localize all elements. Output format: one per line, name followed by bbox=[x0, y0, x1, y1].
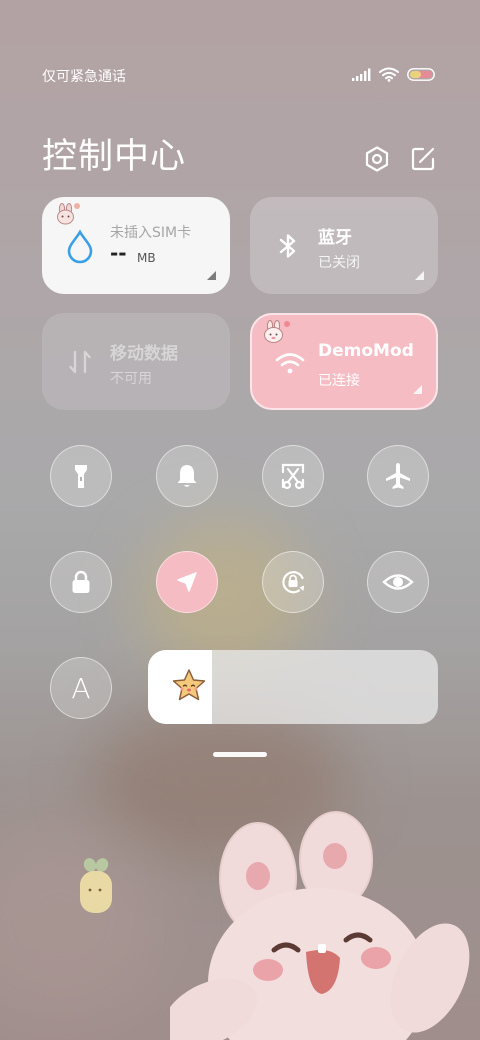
sim-status-text: 未插入SIM卡 bbox=[110, 225, 192, 241]
mobile-data-label: 移动数据 bbox=[110, 344, 178, 364]
bluetooth-status: 已关闭 bbox=[318, 255, 360, 271]
scissors-screenshot-icon bbox=[281, 463, 305, 490]
data-usage-tile[interactable]: 未插入SIM卡 -- MB bbox=[42, 197, 230, 294]
eye-comfort-toggle[interactable] bbox=[367, 551, 429, 613]
home-indicator[interactable] bbox=[213, 752, 267, 757]
status-bar: 仅可紧急通话 bbox=[42, 62, 435, 88]
carrier-text: 仅可紧急通话 bbox=[42, 69, 126, 85]
water-drop-icon bbox=[67, 229, 93, 264]
wifi-icon bbox=[379, 67, 399, 82]
lock-toggle[interactable] bbox=[50, 551, 112, 613]
page-title: 控制中心 bbox=[42, 137, 187, 177]
carrot-illustration bbox=[80, 858, 112, 913]
mobile-data-status: 不可用 bbox=[110, 371, 152, 387]
bunny-sticker-icon bbox=[57, 203, 80, 225]
bell-icon bbox=[177, 465, 197, 487]
rotation-lock-icon bbox=[282, 571, 304, 594]
background-glow bbox=[0, 820, 160, 1020]
edit-icon[interactable] bbox=[408, 144, 438, 174]
letter-a-icon: A bbox=[71, 671, 91, 705]
star-face-icon bbox=[172, 669, 206, 701]
auto-brightness-toggle[interactable]: A bbox=[50, 657, 112, 719]
wifi-tile[interactable]: DemoMod 已连接 bbox=[250, 313, 438, 410]
data-arrows-icon bbox=[69, 350, 91, 374]
battery-icon bbox=[407, 68, 435, 81]
screenshot-toggle[interactable] bbox=[262, 445, 324, 507]
wifi-status: 已连接 bbox=[318, 373, 360, 389]
wifi-network-name: DemoMod bbox=[318, 341, 414, 361]
rotation-lock-toggle[interactable] bbox=[262, 551, 324, 613]
data-usage-value: -- bbox=[110, 241, 127, 265]
expand-corner-icon bbox=[415, 271, 424, 280]
signal-icon bbox=[352, 68, 371, 81]
bluetooth-label: 蓝牙 bbox=[318, 228, 352, 248]
bunny-illustration bbox=[170, 811, 470, 1040]
airplane-toggle[interactable] bbox=[367, 445, 429, 507]
airplane-icon bbox=[386, 463, 410, 489]
eye-icon bbox=[382, 574, 414, 590]
lock-icon bbox=[72, 570, 90, 593]
data-usage-unit: MB bbox=[137, 251, 156, 265]
expand-corner-icon bbox=[207, 271, 216, 280]
settings-icon[interactable] bbox=[362, 144, 392, 174]
expand-corner-icon bbox=[413, 385, 422, 394]
flashlight-icon bbox=[75, 465, 87, 488]
brightness-slider[interactable] bbox=[148, 650, 438, 724]
wifi-icon bbox=[275, 353, 305, 374]
bluetooth-tile[interactable]: 蓝牙 已关闭 bbox=[250, 197, 438, 294]
location-toggle[interactable] bbox=[156, 551, 218, 613]
flashlight-toggle[interactable] bbox=[50, 445, 112, 507]
bluetooth-icon bbox=[279, 234, 296, 258]
location-arrow-icon bbox=[177, 572, 197, 592]
bell-toggle[interactable] bbox=[156, 445, 218, 507]
mobile-data-tile[interactable]: 移动数据 不可用 bbox=[42, 313, 230, 410]
bunny-sticker-icon bbox=[264, 320, 290, 343]
